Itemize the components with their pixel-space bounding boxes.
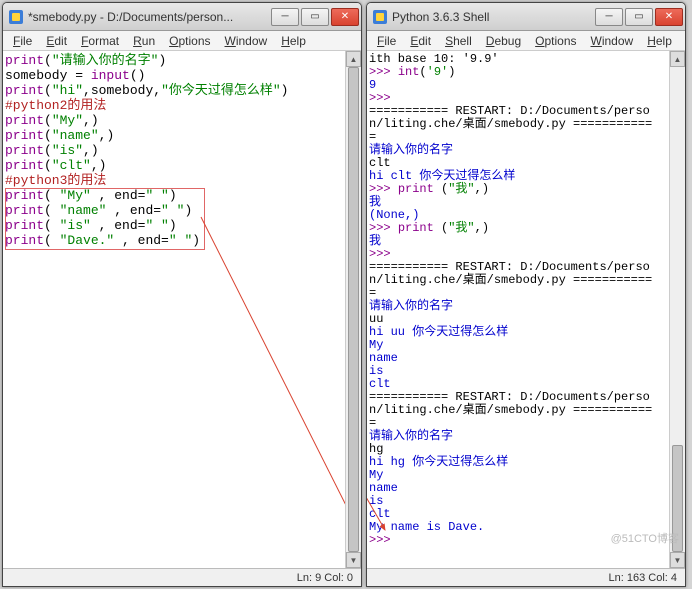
code-line: print( "name" , end=" ") — [5, 203, 359, 218]
menu-format[interactable]: Format — [75, 33, 125, 49]
maximize-button[interactable]: ▭ — [301, 8, 329, 26]
minimize-button[interactable]: ─ — [271, 8, 299, 26]
code-line: #python2的用法 — [5, 98, 359, 113]
scroll-thumb[interactable] — [348, 67, 359, 552]
editor-client: print("请输入你的名字")somebody = input()print(… — [3, 51, 361, 568]
minimize-button[interactable]: ─ — [595, 8, 623, 26]
menu-edit[interactable]: Edit — [40, 33, 73, 49]
code-line: My — [369, 339, 683, 352]
menu-window[interactable]: Window — [585, 33, 640, 49]
python-file-icon — [9, 10, 23, 24]
menu-file[interactable]: File — [7, 33, 38, 49]
code-line: is — [369, 365, 683, 378]
code-line: print("name",) — [5, 128, 359, 143]
shell-window: Python 3.6.3 Shell ─ ▭ ✕ FileEditShellDe… — [366, 2, 686, 587]
code-line: somebody = input() — [5, 68, 359, 83]
code-line: print( "My" , end=" ") — [5, 188, 359, 203]
close-button[interactable]: ✕ — [331, 8, 359, 26]
code-line: print( "is" , end=" ") — [5, 218, 359, 233]
editor-titlebar[interactable]: *smebody.py - D:/Documents/person... ─ ▭… — [3, 3, 361, 31]
menu-edit[interactable]: Edit — [404, 33, 437, 49]
shell-menubar: FileEditShellDebugOptionsWindowHelp — [367, 31, 685, 51]
code-line: >>> print ("我",) — [369, 183, 683, 196]
menu-file[interactable]: File — [371, 33, 402, 49]
code-line: hi hg 你今天过得怎么样 — [369, 456, 683, 469]
code-line: 我 — [369, 235, 683, 248]
scroll-up-icon[interactable]: ▲ — [670, 51, 685, 67]
code-line: #python3的用法 — [5, 173, 359, 188]
shell-output[interactable]: ith base 10: '9.9'>>> int('9')9>>> =====… — [367, 51, 685, 549]
shell-statusbar: Ln: 163 Col: 4 — [367, 568, 685, 586]
close-button[interactable]: ✕ — [655, 8, 683, 26]
code-line: print("请输入你的名字") — [5, 53, 359, 68]
code-line: >>> print ("我",) — [369, 222, 683, 235]
scroll-thumb[interactable] — [672, 445, 683, 552]
shell-title: Python 3.6.3 Shell — [392, 10, 588, 24]
code-line: My — [369, 469, 683, 482]
code-line: n/liting.che/桌面/smebody.py =========== — [369, 118, 683, 131]
shell-cursor-pos: Ln: 163 Col: 4 — [609, 572, 678, 584]
code-line: 请输入你的名字 — [369, 430, 683, 443]
code-line: is — [369, 495, 683, 508]
editor-scrollbar[interactable]: ▲ ▼ — [345, 51, 361, 568]
python-icon — [373, 10, 387, 24]
shell-titlebar[interactable]: Python 3.6.3 Shell ─ ▭ ✕ — [367, 3, 685, 31]
code-line: n/liting.che/桌面/smebody.py =========== — [369, 274, 683, 287]
code-line: hi uu 你今天过得怎么样 — [369, 326, 683, 339]
menu-window[interactable]: Window — [219, 33, 274, 49]
code-line: print( "Dave." , end=" ") — [5, 233, 359, 248]
code-line: 9 — [369, 79, 683, 92]
menu-options[interactable]: Options — [163, 33, 216, 49]
editor-menubar: FileEditFormatRunOptionsWindowHelp — [3, 31, 361, 51]
maximize-button[interactable]: ▭ — [625, 8, 653, 26]
editor-window: *smebody.py - D:/Documents/person... ─ ▭… — [2, 2, 362, 587]
shell-scrollbar[interactable]: ▲ ▼ — [669, 51, 685, 568]
code-line: 请输入你的名字 — [369, 300, 683, 313]
editor-title: *smebody.py - D:/Documents/person... — [28, 10, 264, 24]
menu-run[interactable]: Run — [127, 33, 161, 49]
code-line: print("is",) — [5, 143, 359, 158]
menu-help[interactable]: Help — [641, 33, 678, 49]
code-line: >>> — [369, 534, 683, 547]
menu-debug[interactable]: Debug — [480, 33, 527, 49]
scroll-up-icon[interactable]: ▲ — [346, 51, 361, 67]
code-line: 请输入你的名字 — [369, 144, 683, 157]
scroll-down-icon[interactable]: ▼ — [670, 552, 685, 568]
code-line: print("My",) — [5, 113, 359, 128]
code-editor[interactable]: print("请输入你的名字")somebody = input()print(… — [3, 51, 361, 250]
menu-help[interactable]: Help — [275, 33, 312, 49]
shell-client: ith base 10: '9.9'>>> int('9')9>>> =====… — [367, 51, 685, 568]
code-line: My name is Dave. — [369, 521, 683, 534]
menu-shell[interactable]: Shell — [439, 33, 478, 49]
editor-cursor-pos: Ln: 9 Col: 0 — [297, 572, 353, 584]
window-buttons: ─ ▭ ✕ — [269, 8, 359, 26]
editor-statusbar: Ln: 9 Col: 0 — [3, 568, 361, 586]
code-line: print("hi",somebody,"你今天过得怎么样") — [5, 83, 359, 98]
scroll-down-icon[interactable]: ▼ — [346, 552, 361, 568]
code-line: print("clt",) — [5, 158, 359, 173]
code-line: >>> int('9') — [369, 66, 683, 79]
code-line: n/liting.che/桌面/smebody.py =========== — [369, 404, 683, 417]
code-line: name — [369, 482, 683, 495]
code-line: name — [369, 352, 683, 365]
window-buttons: ─ ▭ ✕ — [593, 8, 683, 26]
menu-options[interactable]: Options — [529, 33, 582, 49]
